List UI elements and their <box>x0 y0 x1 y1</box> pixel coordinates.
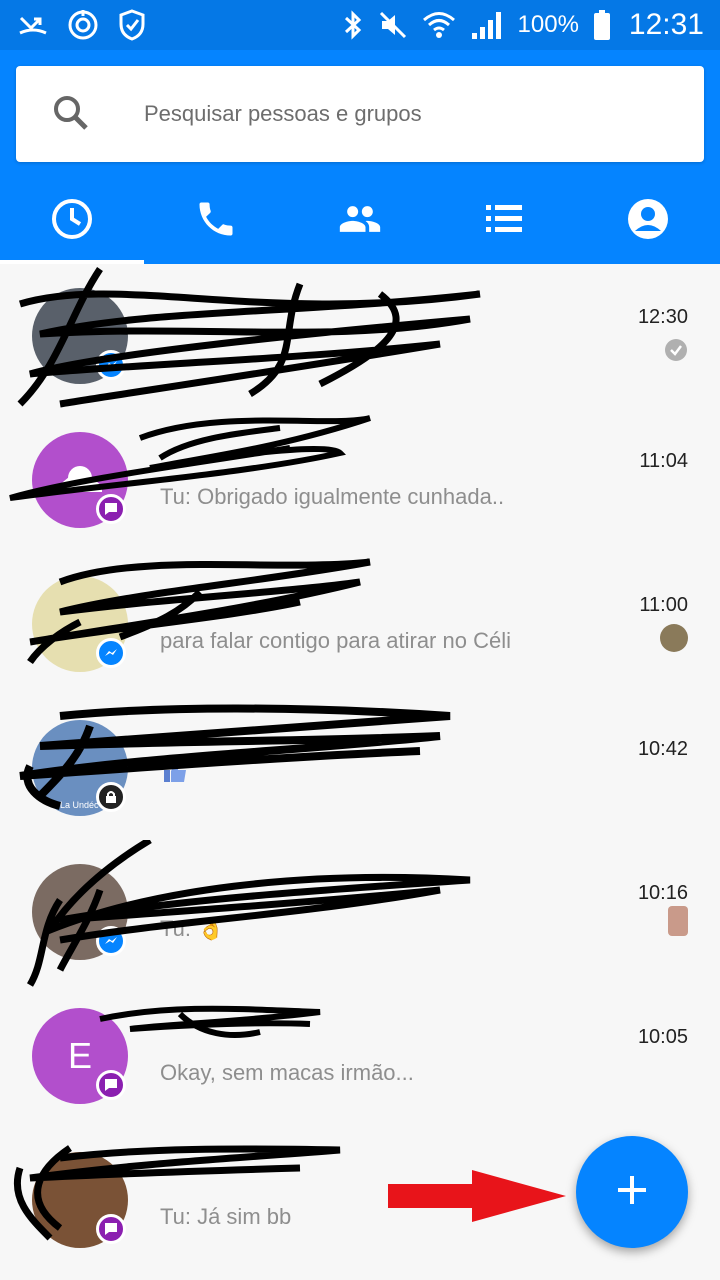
search-icon[interactable] <box>52 94 90 137</box>
conversation-snippet: Tu: 👌 <box>160 916 225 941</box>
conversation-time: 10:16 <box>637 882 688 904</box>
conversation-row[interactable]: 12:30 <box>0 264 720 408</box>
conversation-time: 11:00 <box>639 594 688 616</box>
tab-calls[interactable] <box>144 178 288 264</box>
account-icon <box>626 197 670 246</box>
tab-recent[interactable] <box>0 178 144 264</box>
tab-list[interactable] <box>432 178 576 264</box>
search-bar[interactable] <box>16 66 704 162</box>
sms-badge-icon <box>96 1070 126 1100</box>
battery-percent: 100% <box>517 11 579 38</box>
tab-bar <box>0 178 720 264</box>
wifi-icon <box>422 9 456 41</box>
conversation-row[interactable]: La Undéc 10:42 <box>0 696 720 840</box>
people-icon <box>336 197 384 246</box>
conversation-time: 12:30 <box>637 306 688 328</box>
lock-badge-icon <box>96 782 126 812</box>
new-message-button[interactable] <box>576 1136 688 1248</box>
clock-time: 12:31 <box>628 8 704 41</box>
signal-icon <box>470 9 504 41</box>
bluetooth-icon <box>342 9 364 41</box>
battery-icon <box>593 9 611 41</box>
app-header <box>0 50 720 264</box>
tab-profile[interactable] <box>576 178 720 264</box>
status-bar: 100% 12:31 <box>0 0 720 50</box>
tab-groups[interactable] <box>288 178 432 264</box>
missed-call-icon <box>18 12 48 38</box>
search-input[interactable] <box>144 92 684 136</box>
clock-icon <box>50 197 94 246</box>
sms-badge-icon <box>96 1214 126 1244</box>
conversation-time: 10:05 <box>637 1026 688 1048</box>
conversation-time: 11:04 <box>639 450 688 472</box>
list-icon <box>482 197 526 246</box>
seen-check-icon <box>664 338 688 367</box>
conversation-row[interactable]: para falar contigo para atirar no Céli 1… <box>0 552 720 696</box>
conversation-snippet: para falar contigo para atirar no Céli <box>160 628 511 653</box>
messenger-badge-icon <box>96 638 126 668</box>
conversation-row[interactable]: E Okay, sem macas irmão... 10:05 <box>0 984 720 1128</box>
avatar-caption: La Undéc <box>60 800 99 810</box>
shield-check-icon <box>118 9 146 41</box>
thumbs-up-icon <box>162 760 188 789</box>
messenger-badge-icon <box>96 926 126 956</box>
sms-badge-icon <box>96 494 126 524</box>
photo-avatar-icon <box>660 624 688 652</box>
sync-icon <box>66 8 100 42</box>
annotation-arrow <box>388 1170 566 1222</box>
conversation-snippet: Tu: Obrigado igualmente cunhada.. <box>160 484 505 509</box>
plus-icon <box>616 1174 648 1211</box>
phone-icon <box>194 197 238 246</box>
conversation-time: 10:42 <box>637 738 688 760</box>
conversation-row[interactable]: Tu: Obrigado igualmente cunhada.. 11:04 <box>0 408 720 552</box>
conversation-list: 12:30 Tu: Obrigado igualmente cunhada.. … <box>0 264 720 1280</box>
photo-avatar-icon <box>668 906 688 936</box>
messenger-badge-icon <box>96 350 126 380</box>
mute-icon <box>378 10 408 40</box>
conversation-row[interactable]: Tu: 👌 10:16 <box>0 840 720 987</box>
conversation-snippet: Okay, sem macas irmão... <box>160 1060 414 1085</box>
